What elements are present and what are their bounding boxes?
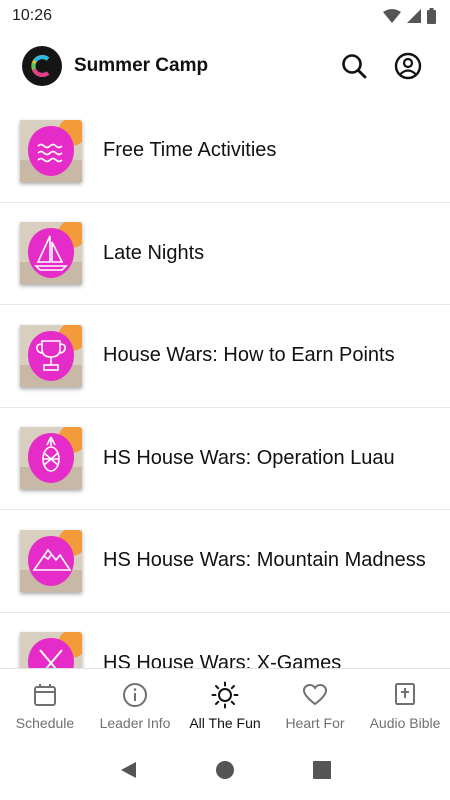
- thumbnail: [20, 632, 82, 668]
- nav-item-leader-info[interactable]: Leader Info: [90, 669, 180, 740]
- list-item[interactable]: House Wars: How to Earn Points: [0, 305, 450, 408]
- sun-icon: [211, 681, 239, 709]
- nav-label: Heart For: [285, 715, 345, 731]
- nav-label: Audio Bible: [369, 715, 441, 731]
- nav-item-audio-bible[interactable]: Audio Bible: [360, 669, 450, 740]
- nav-item-heart-for[interactable]: Heart For: [270, 669, 360, 740]
- bottom-nav: Schedule Leader Info All The Fun Heart F…: [0, 668, 450, 740]
- activity-list[interactable]: Free Time Activities Late Nights House W…: [0, 100, 450, 668]
- recents-icon[interactable]: [302, 750, 342, 790]
- bible-icon: [391, 681, 419, 709]
- nav-item-schedule[interactable]: Schedule: [0, 669, 90, 740]
- status-bar: 10:26: [0, 0, 450, 32]
- account-circle-icon[interactable]: [388, 46, 428, 86]
- list-item[interactable]: HS House Wars: Operation Luau: [0, 408, 450, 510]
- info-icon: [121, 681, 149, 709]
- list-item-title: Free Time Activities: [103, 139, 277, 162]
- list-item[interactable]: HS House Wars: Mountain Madness: [0, 510, 450, 613]
- thumbnail: [20, 119, 82, 182]
- list-item-title: House Wars: How to Earn Points: [103, 344, 395, 367]
- heart-icon: [301, 681, 329, 709]
- list-item-title: HS House Wars: Mountain Madness: [103, 549, 426, 572]
- back-icon[interactable]: [108, 750, 148, 790]
- wifi-icon: [383, 9, 401, 23]
- calendar-icon: [31, 681, 59, 709]
- thumbnail: [20, 222, 82, 285]
- list-item-title: Late Nights: [103, 241, 205, 264]
- thumbnail: [20, 427, 82, 490]
- list-item[interactable]: HS House Wars: X-Games: [0, 613, 450, 668]
- nav-label: All The Fun: [189, 715, 261, 731]
- list-item-title: HS House Wars: Operation Luau: [103, 446, 395, 469]
- page-title: Summer Camp: [74, 55, 209, 76]
- cell-signal-icon: [407, 9, 421, 23]
- camp-logo-icon[interactable]: [22, 46, 62, 86]
- nav-label: Leader Info: [99, 715, 171, 731]
- app-bar: Summer Camp: [0, 32, 450, 100]
- nav-label: Schedule: [15, 715, 75, 731]
- thumbnail: [20, 529, 82, 592]
- list-item[interactable]: Free Time Activities: [0, 100, 450, 203]
- battery-icon: [427, 8, 436, 24]
- status-icons: [383, 8, 436, 24]
- nav-item-all-the-fun[interactable]: All The Fun: [180, 669, 270, 740]
- thumbnail: [20, 324, 82, 387]
- system-nav-bar: [0, 740, 450, 800]
- list-item[interactable]: Late Nights: [0, 203, 450, 305]
- search-icon[interactable]: [334, 46, 374, 86]
- list-item-title: HS House Wars: X-Games: [103, 651, 342, 668]
- home-icon[interactable]: [205, 750, 245, 790]
- status-time: 10:26: [12, 7, 53, 24]
